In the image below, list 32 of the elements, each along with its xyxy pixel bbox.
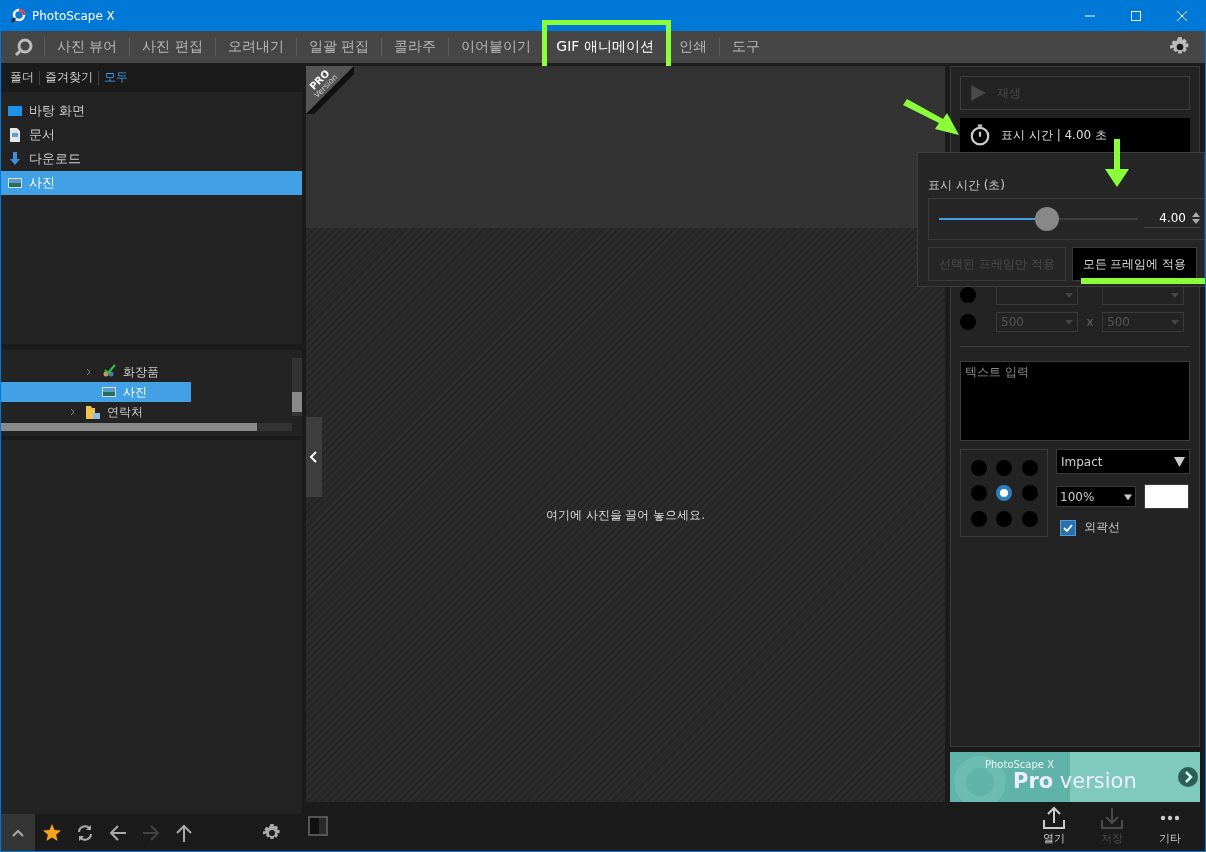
banner-brand: PhotoScape X — [985, 759, 1055, 770]
tree-item[interactable]: 화장품 — [1, 362, 191, 382]
size-select[interactable]: 100% — [1056, 486, 1136, 507]
menu-tab[interactable]: 도구 — [719, 31, 772, 63]
banner-text: Pro version — [1013, 769, 1137, 793]
menu-tab[interactable]: 오려내기 — [215, 31, 296, 63]
tree-item[interactable]: 연락처 — [1, 402, 191, 422]
font-select[interactable]: Impact — [1056, 449, 1190, 474]
menu-tab[interactable]: 이어붙이기 — [449, 31, 544, 63]
more-button[interactable]: 기타 — [1141, 802, 1199, 846]
sidebar-tab[interactable]: 즐겨찾기 — [40, 69, 98, 86]
text-input-field[interactable]: 텍스트 입력 — [960, 361, 1190, 441]
menu-tab[interactable]: GIF 애니메이션 — [544, 31, 666, 63]
times-sign: x — [1086, 315, 1094, 329]
checkbox-label: 외곽선 — [1084, 519, 1120, 536]
apply-button[interactable]: 모든 프레임에 적용 — [1071, 247, 1198, 281]
sidebar-tab[interactable]: 폴더 — [5, 69, 39, 86]
menu-tab[interactable]: 콜라주 — [382, 31, 449, 63]
popup-title: 표시 시간 (초) — [928, 177, 1006, 194]
window-title: PhotoScape X — [32, 9, 115, 23]
open-button[interactable]: 열기 — [1025, 802, 1083, 846]
menu-tab[interactable]: 사진 편집 — [130, 31, 215, 63]
menu-tab[interactable]: 인쇄 — [666, 31, 719, 63]
sidebar-item[interactable]: 다운로드 — [1, 147, 302, 171]
drop-hint: 여기에 사진을 끌어 놓으세요. — [545, 506, 706, 524]
display-time-button[interactable]: 표시 시간 | 4.00 초 — [960, 118, 1190, 152]
sidebar-tab[interactable]: 모두 — [99, 69, 133, 86]
value-spinner[interactable]: 4.00 — [1144, 210, 1200, 228]
sidebar-item[interactable]: 문서 — [1, 123, 302, 147]
menu-tab[interactable]: 일괄 편집 — [296, 31, 382, 63]
menu-tab[interactable]: 사진 뷰어 — [45, 31, 130, 63]
sidebar-item[interactable]: 바탕 화면 — [1, 99, 302, 123]
